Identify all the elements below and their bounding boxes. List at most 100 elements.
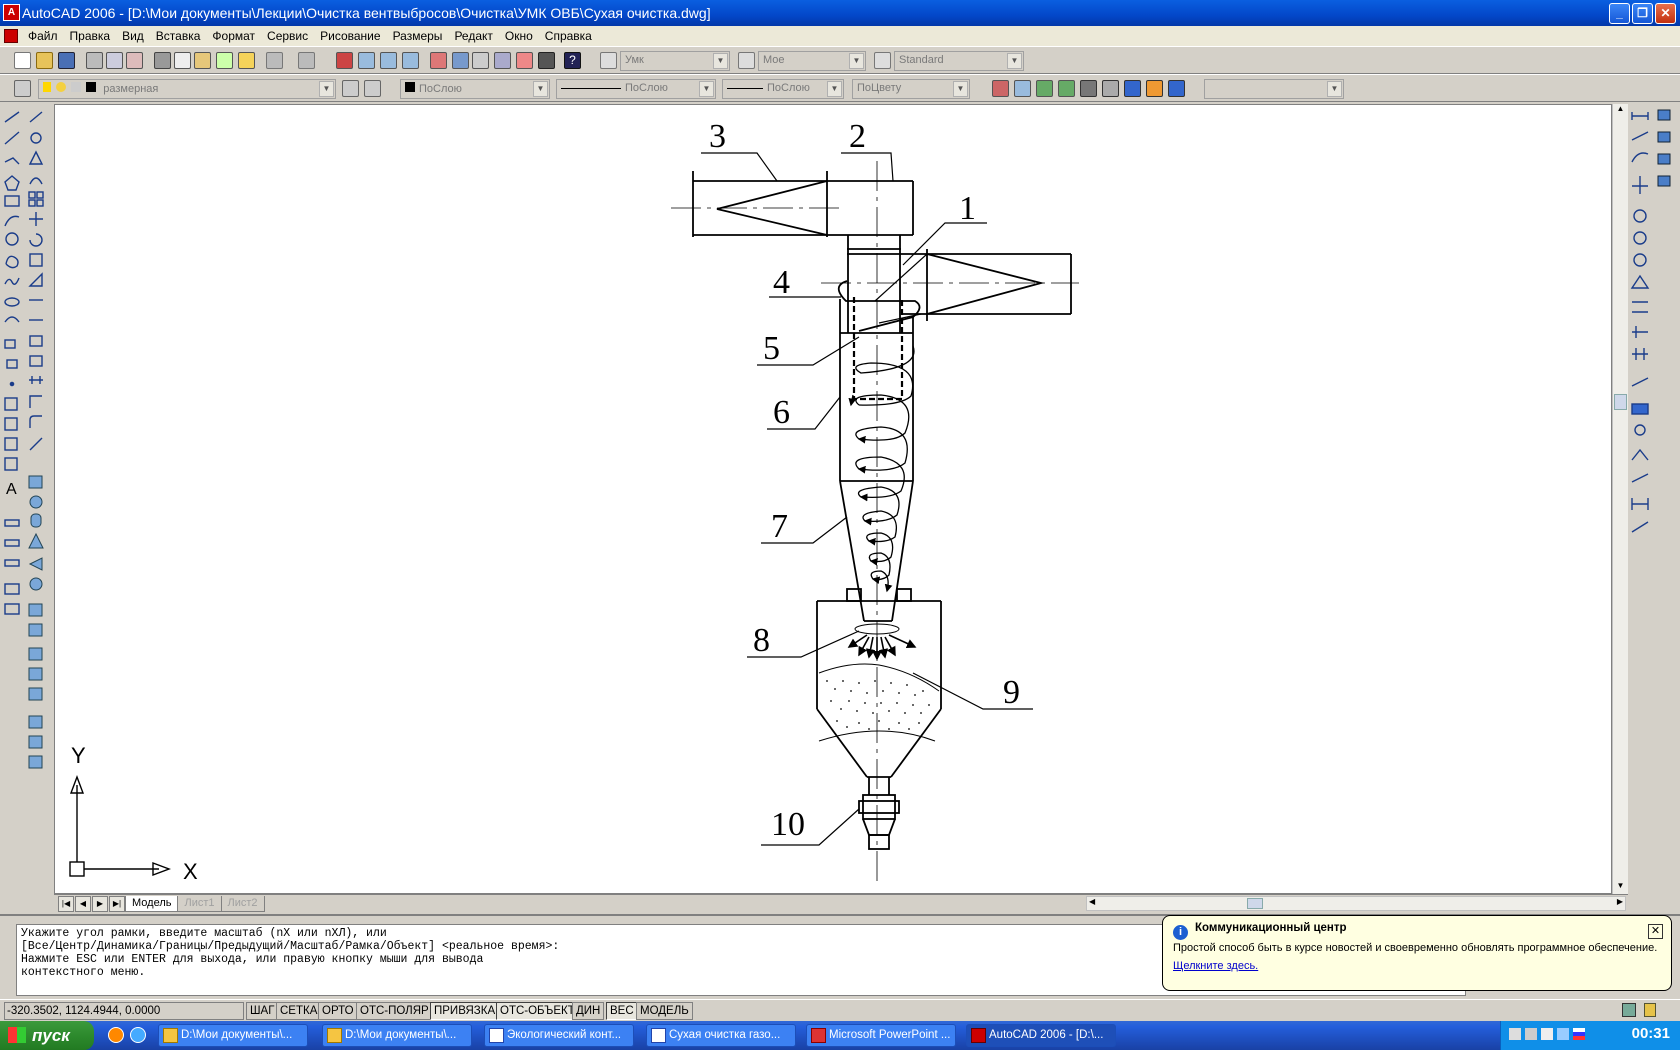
- zoom-previous-icon[interactable]: [402, 52, 419, 69]
- toolpalettes-icon[interactable]: [472, 52, 489, 69]
- camera-icon[interactable]: [1080, 80, 1097, 97]
- menu-edit[interactable]: Правка: [64, 29, 117, 43]
- menu-tools[interactable]: Сервис: [261, 29, 314, 43]
- scroll-right-icon[interactable]: ▶: [1617, 897, 1623, 906]
- layer-previous-icon[interactable]: [364, 80, 381, 97]
- tray-icon[interactable]: [1557, 1028, 1569, 1040]
- otrack-toggle[interactable]: ОТС-ОБЪЕКТ: [496, 1002, 579, 1020]
- render-icon[interactable]: [992, 80, 1009, 97]
- snap-toggle[interactable]: ШАГ: [246, 1002, 279, 1020]
- matchprop-icon[interactable]: [216, 52, 233, 69]
- menu-help[interactable]: Справка: [539, 29, 598, 43]
- save-icon[interactable]: [58, 52, 75, 69]
- menu-format[interactable]: Формат: [206, 29, 261, 43]
- layer-manager-icon[interactable]: [14, 80, 31, 97]
- help-icon[interactable]: ?: [564, 52, 581, 69]
- balloon-close-button[interactable]: ✕: [1648, 924, 1663, 939]
- paste-icon[interactable]: [194, 52, 211, 69]
- walk-icon[interactable]: [1058, 80, 1075, 97]
- lineweight-select[interactable]: ПоСлою ▼: [722, 79, 844, 99]
- materials-icon[interactable]: [1146, 80, 1163, 97]
- calculator-icon[interactable]: [538, 52, 555, 69]
- last-tab-icon[interactable]: ▶|: [109, 896, 125, 912]
- linetype-select[interactable]: ПоСлою ▼: [556, 79, 716, 99]
- first-tab-icon[interactable]: |◀: [58, 896, 74, 912]
- orbit-icon[interactable]: [1036, 80, 1053, 97]
- horizontal-scroll-thumb[interactable]: [1247, 898, 1263, 909]
- markup-icon[interactable]: [516, 52, 533, 69]
- scene-icon[interactable]: [1124, 80, 1141, 97]
- color-select[interactable]: ПоСлою ▼: [400, 79, 550, 99]
- menu-view[interactable]: Вид: [116, 29, 150, 43]
- zoom-realtime-icon[interactable]: [358, 52, 375, 69]
- zoom-window-icon[interactable]: [380, 52, 397, 69]
- start-button[interactable]: пуск: [0, 1021, 94, 1050]
- language-flag-icon[interactable]: [1573, 1028, 1585, 1040]
- next-tab-icon[interactable]: ▶: [92, 896, 108, 912]
- menu-window[interactable]: Окно: [499, 29, 539, 43]
- document-icon[interactable]: [4, 29, 18, 43]
- quicklaunch-ie-icon[interactable]: [130, 1027, 146, 1043]
- text-style-icon[interactable]: [600, 52, 617, 69]
- open-icon[interactable]: [36, 52, 53, 69]
- new-icon[interactable]: [14, 52, 31, 69]
- communication-center-icon[interactable]: [1622, 1003, 1636, 1017]
- tray-icon[interactable]: [1525, 1028, 1537, 1040]
- volume-icon[interactable]: [1541, 1028, 1553, 1040]
- vertical-scrollbar[interactable]: ▲ ▼: [1612, 104, 1628, 894]
- pan-icon[interactable]: [336, 52, 353, 69]
- designcenter-icon[interactable]: [452, 52, 469, 69]
- taskbar-item-word2[interactable]: Сухая очистка газо...: [646, 1024, 796, 1047]
- undo-icon[interactable]: [266, 52, 283, 69]
- blockedit-icon[interactable]: [238, 52, 255, 69]
- menu-file[interactable]: Файл: [22, 29, 64, 43]
- landscape-icon[interactable]: [1168, 80, 1185, 97]
- table-style-select[interactable]: Standard ▼: [894, 51, 1024, 71]
- lock-icon[interactable]: [1644, 1003, 1656, 1017]
- horizontal-scrollbar[interactable]: ◀ ▶: [1086, 896, 1626, 911]
- taskbar-item-folder1[interactable]: D:\Мои документы\...: [158, 1024, 308, 1047]
- menu-dimension[interactable]: Размеры: [387, 29, 449, 43]
- quicklaunch-browser-icon[interactable]: [108, 1027, 124, 1043]
- taskbar-item-autocad[interactable]: AutoCAD 2006 - [D:\...: [966, 1024, 1116, 1047]
- tab-sheet2[interactable]: Лист2: [220, 896, 265, 912]
- minimize-button[interactable]: _: [1609, 3, 1630, 24]
- dim-style-select[interactable]: Мое ▼: [758, 51, 866, 71]
- make-current-icon[interactable]: [342, 80, 359, 97]
- sheetset-icon[interactable]: [494, 52, 511, 69]
- plotstyle-select[interactable]: ПоЦвету ▼: [852, 79, 970, 99]
- menu-insert[interactable]: Вставка: [150, 29, 207, 43]
- dyn-toggle[interactable]: ДИН: [572, 1002, 605, 1020]
- model-toggle[interactable]: МОДЕЛЬ: [636, 1002, 693, 1020]
- autocad-app-icon[interactable]: A: [3, 4, 20, 21]
- tray-icon[interactable]: [1509, 1028, 1521, 1040]
- text-style-select[interactable]: Умк ▼: [620, 51, 730, 71]
- scroll-down-icon[interactable]: ▼: [1614, 881, 1627, 894]
- taskbar-item-word1[interactable]: Экологический конт...: [484, 1024, 634, 1047]
- osnap-toggle[interactable]: ПРИВЯЗКА: [430, 1002, 500, 1020]
- taskbar-item-folder2[interactable]: D:\Мои документы\...: [322, 1024, 472, 1047]
- lights-icon[interactable]: [1102, 80, 1119, 97]
- menu-modify[interactable]: Редакт: [448, 29, 498, 43]
- prev-tab-icon[interactable]: ◀: [75, 896, 91, 912]
- vertical-scroll-thumb[interactable]: [1614, 394, 1627, 410]
- zoom-icon[interactable]: [1014, 80, 1031, 97]
- close-button[interactable]: ✕: [1655, 3, 1676, 24]
- layer-select[interactable]: размерная ▼: [38, 79, 336, 99]
- taskbar-item-powerpoint[interactable]: Microsoft PowerPoint ...: [806, 1024, 956, 1047]
- table-style-icon[interactable]: [874, 52, 891, 69]
- polar-toggle[interactable]: ОТС-ПОЛЯР: [356, 1002, 433, 1020]
- cut-icon[interactable]: [154, 52, 171, 69]
- tab-sheet1[interactable]: Лист1: [177, 896, 222, 912]
- clock[interactable]: 00:31: [1632, 1025, 1670, 1042]
- publish-icon[interactable]: [126, 52, 143, 69]
- scroll-up-icon[interactable]: ▲: [1614, 104, 1627, 117]
- redo-icon[interactable]: [298, 52, 315, 69]
- model-space-canvas[interactable]: 3 2 1 4 5 6 7 8 9 10 Y X: [54, 104, 1612, 894]
- dim-style-icon[interactable]: [738, 52, 755, 69]
- balloon-link[interactable]: Щелкните здесь.: [1173, 960, 1661, 972]
- restore-button[interactable]: ❐: [1632, 3, 1653, 24]
- plot-icon[interactable]: [86, 52, 103, 69]
- tab-model[interactable]: Модель: [125, 896, 179, 912]
- grid-toggle[interactable]: СЕТКА: [276, 1002, 322, 1020]
